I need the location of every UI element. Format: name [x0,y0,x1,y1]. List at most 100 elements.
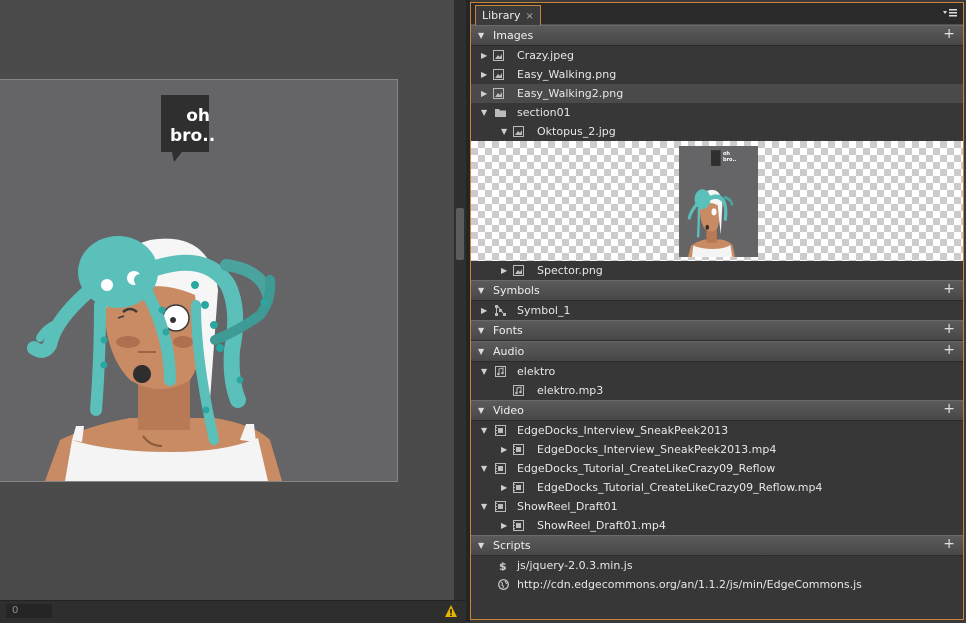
section-fonts[interactable]: ▼ Fonts + [471,320,963,341]
item-label: Symbol_1 [517,304,571,317]
list-item-elektro-mp3[interactable]: elektro.mp3 [471,381,963,400]
item-label: Crazy.jpeg [517,49,574,62]
section-video[interactable]: ▼ Video + [471,400,963,421]
item-label: Easy_Walking.png [517,68,617,81]
collapse-triangle-icon[interactable]: ▼ [481,459,487,478]
status-bar: 0 [0,600,466,623]
stage-vertical-scrollbar[interactable] [454,0,466,600]
section-scripts[interactable]: ▼ Scripts + [471,535,963,556]
warning-icon[interactable] [444,604,458,618]
section-scripts-label: Scripts [493,539,531,552]
preview-thumbnail: oh bro.. [679,146,758,257]
add-script-plus-icon[interactable]: + [943,535,955,554]
list-item-easy-walking2[interactable]: ▶ Easy_Walking2.png [471,84,963,103]
item-label: elektro [517,365,556,378]
item-label: http://cdn.edgecommons.org/an/1.1.2/js/m… [517,578,862,591]
list-item-video-folder-2[interactable]: ▼ EdgeDocks_Tutorial_CreateLikeCrazy09_R… [471,459,963,478]
thumb-speech-line-2: bro.. [723,157,737,163]
expand-triangle-icon[interactable]: ▶ [501,478,507,497]
list-item-video-file-2[interactable]: ▶ EdgeDocks_Tutorial_CreateLikeCrazy09_R… [471,478,963,497]
section-video-label: Video [493,404,524,417]
collapse-triangle-icon[interactable]: ▼ [478,26,484,45]
collapse-triangle-icon[interactable]: ▼ [478,342,484,361]
collapse-triangle-icon[interactable]: ▼ [481,497,487,516]
add-symbol-plus-icon[interactable]: + [943,280,955,299]
list-item-video-file-1[interactable]: ▶ EdgeDocks_Interview_SneakPeek2013.mp4 [471,440,963,459]
stage-area: oh bro.. [0,0,454,600]
collapse-triangle-icon[interactable]: ▼ [501,122,507,141]
item-label: EdgeDocks_Tutorial_CreateLikeCrazy09_Ref… [517,462,776,475]
video-icon [513,520,524,531]
list-item-crazy[interactable]: ▶ Crazy.jpeg [471,46,963,65]
symbol-icon [495,305,506,316]
stage-canvas[interactable]: oh bro.. [0,79,398,482]
expand-triangle-icon[interactable]: ▶ [481,84,487,103]
list-item-section01[interactable]: ▼ section01 [471,103,963,122]
image-icon [493,69,504,80]
collapse-triangle-icon[interactable]: ▼ [478,321,484,340]
list-item-spector[interactable]: ▶ Spector.png [471,261,963,280]
section-images[interactable]: ▼ Images + [471,25,963,46]
add-video-plus-icon[interactable]: + [943,400,955,419]
tab-close-icon[interactable]: × [525,11,533,22]
collapse-triangle-icon[interactable]: ▼ [481,103,487,122]
item-label: Spector.png [537,264,603,277]
globe-icon [498,579,509,590]
expand-triangle-icon[interactable]: ▶ [481,65,487,84]
svg-text:$: $ [499,560,507,571]
expand-triangle-icon[interactable]: ▶ [481,46,487,65]
image-icon [493,50,504,61]
collapse-triangle-icon[interactable]: ▼ [481,362,487,381]
collapse-triangle-icon[interactable]: ▼ [478,536,484,555]
section-images-label: Images [493,29,534,42]
add-image-plus-icon[interactable]: + [943,25,955,44]
list-item-script-remote[interactable]: http://cdn.edgecommons.org/an/1.1.2/js/m… [471,575,963,594]
panel-tab-bar: Library × [471,3,963,25]
item-label: ShowReel_Draft01 [517,500,618,513]
section-symbols[interactable]: ▼ Symbols + [471,280,963,301]
list-item-video-folder-3[interactable]: ▼ ShowReel_Draft01 [471,497,963,516]
collapse-triangle-icon[interactable]: ▼ [481,421,487,440]
expand-triangle-icon[interactable]: ▶ [501,261,507,280]
thumbnail-speech-text: oh bro.. [723,151,736,163]
section-audio[interactable]: ▼ Audio + [471,341,963,362]
collapse-triangle-icon[interactable]: ▼ [478,281,484,300]
video-icon [513,444,524,455]
image-icon [513,126,524,137]
panel-menu-icon[interactable] [943,8,957,18]
add-font-plus-icon[interactable]: + [943,320,955,339]
speech-text: oh bro.. [170,106,215,146]
collapse-triangle-icon[interactable]: ▼ [478,401,484,420]
expand-triangle-icon[interactable]: ▶ [501,440,507,459]
item-label: EdgeDocks_Interview_SneakPeek2013.mp4 [537,443,777,456]
item-label: ShowReel_Draft01.mp4 [537,519,666,532]
audio-icon [495,366,506,377]
scrollbar-thumb[interactable] [456,208,464,260]
image-preview: oh bro.. [471,141,963,261]
list-item-video-file-3[interactable]: ▶ ShowReel_Draft01.mp4 [471,516,963,535]
item-label: EdgeDocks_Tutorial_CreateLikeCrazy09_Ref… [537,481,823,494]
item-label: js/jquery-2.0.3.min.js [517,559,633,572]
folder-icon [495,109,506,117]
speech-line-1: oh [186,106,210,126]
video-icon [495,463,506,474]
list-item-easy-walking[interactable]: ▶ Easy_Walking.png [471,65,963,84]
expand-triangle-icon[interactable]: ▶ [481,301,487,320]
tab-library[interactable]: Library × [475,5,541,25]
item-label: elektro.mp3 [537,384,604,397]
list-item-video-folder-1[interactable]: ▼ EdgeDocks_Interview_SneakPeek2013 [471,421,963,440]
section-fonts-label: Fonts [493,324,523,337]
list-item-elektro-folder[interactable]: ▼ elektro [471,362,963,381]
list-item-script-local[interactable]: $ js/jquery-2.0.3.min.js [471,556,963,575]
item-label: section01 [517,106,571,119]
thumbnail-illustration [687,150,736,257]
image-icon [513,265,524,276]
status-value-field[interactable]: 0 [6,604,52,618]
video-icon [513,482,524,493]
expand-triangle-icon[interactable]: ▶ [501,516,507,535]
add-audio-plus-icon[interactable]: + [943,341,955,360]
list-item-oktopus[interactable]: ▼ Oktopus_2.jpg [471,122,963,141]
section-audio-label: Audio [493,345,525,358]
item-label: EdgeDocks_Interview_SneakPeek2013 [517,424,729,437]
list-item-symbol1[interactable]: ▶ Symbol_1 [471,301,963,320]
